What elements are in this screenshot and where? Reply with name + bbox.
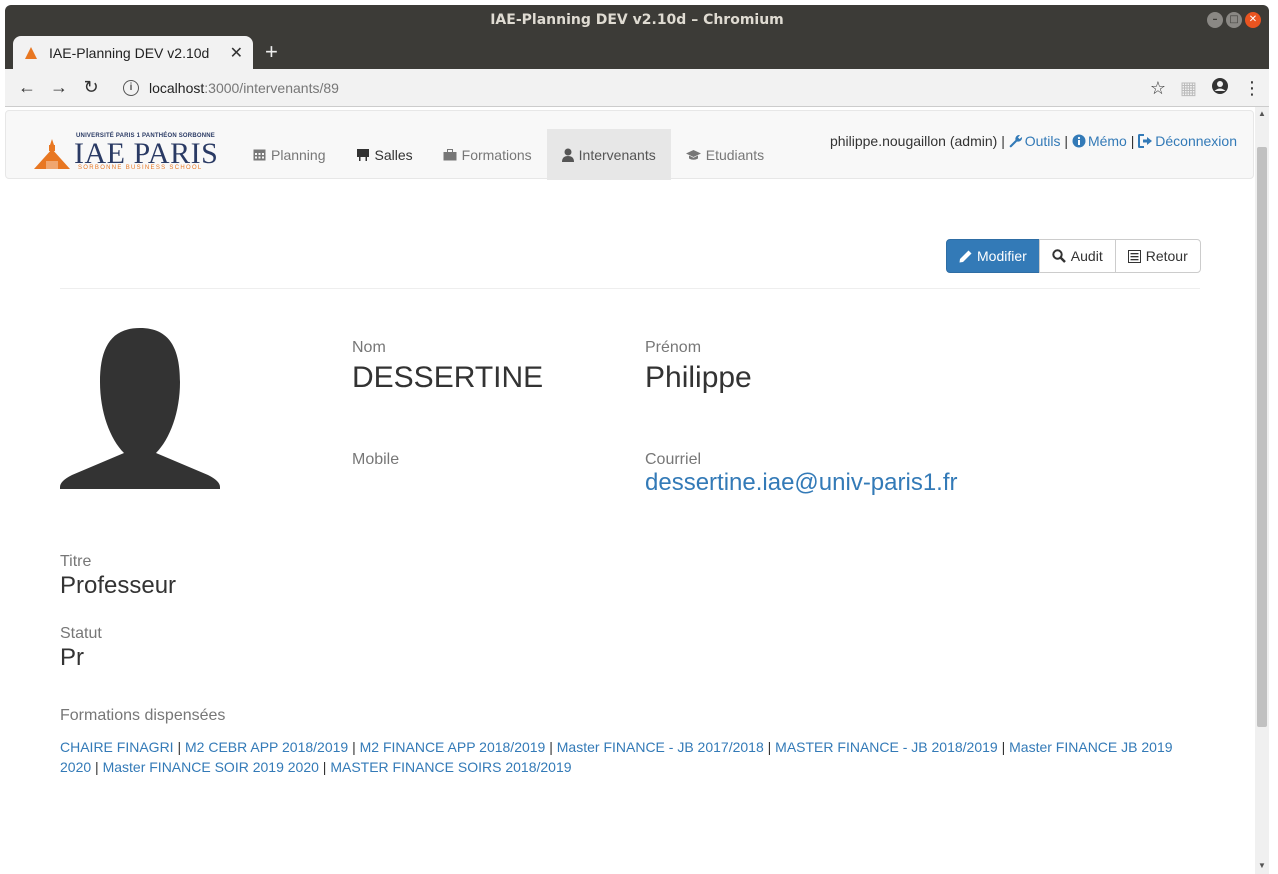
nav-formations-label: Formations: [461, 146, 532, 163]
courriel-label: Courriel: [645, 451, 702, 468]
close-tab-icon[interactable]: ✕: [230, 43, 243, 63]
formation-link[interactable]: Master FINANCE - JB 2017/2018: [557, 739, 764, 755]
blackboard-icon: [356, 148, 370, 161]
page-scrollbar[interactable]: ▲ ▼: [1255, 107, 1269, 874]
formation-link[interactable]: M2 FINANCE APP 2018/2019: [360, 739, 546, 755]
logo-emblem-icon: [34, 139, 70, 169]
new-tab-button[interactable]: +: [265, 39, 278, 65]
main-nav: Planning Salles Formations Intervenants: [238, 129, 779, 180]
logout-link[interactable]: Déconnexion: [1138, 133, 1237, 149]
back-button-label: Retour: [1145, 248, 1188, 264]
graduation-cap-icon: [685, 149, 701, 161]
wrench-icon: [1009, 134, 1023, 148]
formations-label: Formations dispensées: [60, 707, 226, 724]
browser-tab[interactable]: IAE-Planning DEV v2.10d ✕: [13, 36, 253, 69]
scrollbar-thumb[interactable]: [1257, 147, 1267, 727]
bookmark-star-icon[interactable]: ☆: [1150, 78, 1166, 99]
separator: |: [1064, 133, 1069, 149]
memo-link[interactable]: Mémo: [1072, 133, 1127, 149]
formation-link[interactable]: Master FINANCE SOIR 2019 2020: [103, 759, 319, 775]
forward-icon[interactable]: →: [43, 72, 75, 104]
brand-logo[interactable]: UNIVERSITÉ PARIS 1 PANTHÉON SORBONNE IAE…: [30, 129, 218, 173]
formation-link[interactable]: CHAIRE FINAGRI: [60, 739, 174, 755]
extension-icon[interactable]: ▦: [1180, 78, 1197, 99]
nav-etudiants[interactable]: Etudiants: [671, 129, 779, 180]
formation-link[interactable]: MASTER FINANCE SOIRS 2018/2019: [330, 759, 571, 775]
pencil-icon: [959, 250, 972, 263]
calendar-icon: [253, 148, 266, 161]
courriel-link[interactable]: dessertine.iae@univ-paris1.fr: [645, 469, 958, 497]
profile-icon[interactable]: [1211, 77, 1229, 100]
edit-button[interactable]: Modifier: [946, 239, 1040, 273]
browser-toolbar: ← → ↻ i localhost:3000/intervenants/89 ☆…: [5, 69, 1269, 107]
memo-label: Mémo: [1087, 133, 1127, 149]
url-host: localhost: [149, 80, 205, 96]
separator: |: [1130, 133, 1135, 149]
tab-strip: IAE-Planning DEV v2.10d ✕ +: [5, 35, 1269, 69]
briefcase-icon: [443, 148, 457, 161]
scroll-up-icon[interactable]: ▲: [1258, 109, 1266, 118]
nav-salles[interactable]: Salles: [341, 129, 428, 180]
nav-salles-label: Salles: [374, 146, 413, 163]
user-bar: philippe.nougaillon (admin) | Outils | M…: [830, 133, 1237, 149]
user-icon: [561, 148, 574, 162]
list-alt-icon: [1127, 249, 1141, 263]
nav-planning[interactable]: Planning: [238, 129, 341, 180]
search-icon: [1052, 249, 1066, 263]
page-content: UNIVERSITÉ PARIS 1 PANTHÉON SORBONNE IAE…: [5, 107, 1255, 874]
brand-school: SORBONNE BUSINESS SCHOOL: [78, 165, 203, 171]
back-icon[interactable]: ←: [11, 72, 43, 104]
url-path: :3000/intervenants/89: [204, 80, 339, 96]
nom-label: Nom: [352, 339, 386, 356]
audit-button-label: Audit: [1070, 248, 1103, 264]
app-navbar: UNIVERSITÉ PARIS 1 PANTHÉON SORBONNE IAE…: [5, 110, 1254, 180]
titre-value: Professeur: [60, 572, 177, 599]
action-buttons: Modifier Audit Retour: [946, 239, 1201, 273]
user-name: philippe.nougaillon (admin): [829, 133, 998, 149]
formation-link[interactable]: MASTER FINANCE - JB 2018/2019: [775, 739, 998, 755]
prenom-label: Prénom: [645, 339, 702, 356]
maximize-button[interactable]: □: [1226, 12, 1242, 28]
prenom-value: Philippe: [645, 361, 752, 394]
nav-formations[interactable]: Formations: [428, 129, 547, 180]
info-circle-icon: [1072, 134, 1086, 148]
address-bar[interactable]: i localhost:3000/intervenants/89: [117, 73, 1157, 103]
titre-label: Titre: [60, 553, 92, 570]
statut-label: Statut: [60, 625, 102, 642]
nav-intervenants-label: Intervenants: [578, 146, 656, 163]
sign-out-icon: [1138, 134, 1153, 148]
minimize-button[interactable]: –: [1207, 12, 1223, 28]
back-button[interactable]: Retour: [1114, 239, 1201, 273]
favicon-icon: [23, 45, 39, 61]
outils-link[interactable]: Outils: [1009, 133, 1061, 149]
nav-planning-label: Planning: [271, 146, 326, 163]
menu-icon[interactable]: ⋮: [1243, 78, 1261, 99]
window-titlebar: IAE-Planning DEV v2.10d – Chromium – □ ✕: [5, 5, 1269, 35]
tab-title: IAE-Planning DEV v2.10d: [49, 44, 210, 61]
edit-button-label: Modifier: [977, 248, 1027, 264]
avatar-placeholder-icon: [60, 327, 220, 494]
scroll-down-icon[interactable]: ▼: [1258, 861, 1266, 870]
divider: [60, 288, 1200, 289]
site-info-icon[interactable]: i: [123, 80, 139, 96]
window-title: IAE-Planning DEV v2.10d – Chromium: [490, 12, 784, 28]
statut-value: Pr: [60, 644, 84, 671]
nav-intervenants[interactable]: Intervenants: [546, 129, 671, 180]
formations-list: CHAIRE FINAGRI | M2 CEBR APP 2018/2019 |…: [60, 739, 1173, 775]
mobile-label: Mobile: [352, 451, 400, 468]
audit-button[interactable]: Audit: [1038, 239, 1116, 273]
nav-etudiants-label: Etudiants: [705, 146, 765, 163]
logout-label: Déconnexion: [1155, 133, 1237, 149]
separator: |: [1001, 133, 1005, 149]
formation-link[interactable]: M2 CEBR APP 2018/2019: [185, 739, 348, 755]
reload-icon[interactable]: ↻: [75, 72, 107, 104]
close-window-button[interactable]: ✕: [1245, 12, 1261, 28]
outils-label: Outils: [1024, 133, 1061, 149]
nom-value: DESSERTINE: [352, 361, 544, 394]
